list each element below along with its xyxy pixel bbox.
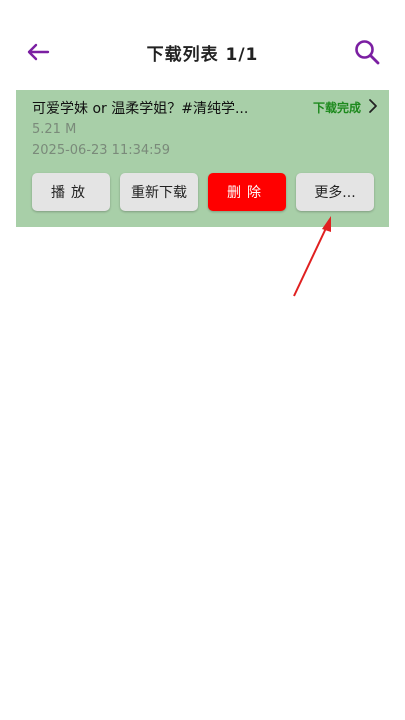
download-item[interactable]: 可爱学妹 or 温柔学姐？#清纯学... 下载完成 5.21 M 2025-06… xyxy=(16,90,389,227)
chevron-right-icon[interactable] xyxy=(366,98,380,114)
download-list-screen: 下载列表 1/1 可爱学妹 or 温柔学姐？#清纯学... 下载完成 5.21 … xyxy=(0,0,405,720)
search-button[interactable] xyxy=(351,36,383,68)
header: 下载列表 1/1 xyxy=(0,28,405,76)
redownload-button[interactable]: 重新下载 xyxy=(120,173,198,211)
delete-button[interactable]: 删除 xyxy=(208,173,286,211)
timestamp: 2025-06-23 11:34:59 xyxy=(32,143,171,158)
item-title: 可爱学妹 or 温柔学姐？#清纯学... xyxy=(32,101,249,117)
more-button[interactable]: 更多... xyxy=(296,173,374,211)
search-icon xyxy=(355,40,380,65)
page-title: 下载列表 1/1 xyxy=(146,45,259,65)
file-size: 5.21 M xyxy=(32,122,77,137)
play-button[interactable]: 播放 xyxy=(32,173,110,211)
status-badge: 下载完成 xyxy=(312,101,361,115)
